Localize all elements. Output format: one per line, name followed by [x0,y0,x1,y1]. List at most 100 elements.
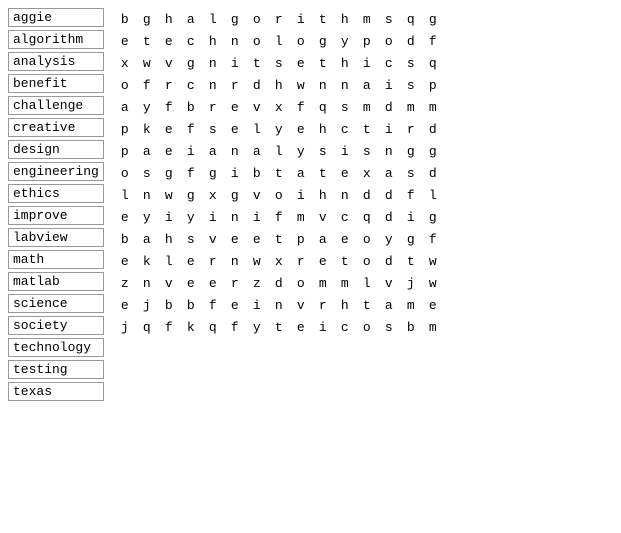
grid-cell: q [202,316,224,338]
grid-cell: y [334,30,356,52]
grid-cell: t [268,228,290,250]
word-item: creative [8,118,104,137]
grid-cell: r [224,74,246,96]
grid-row: jqfkqfyteicosbm [114,316,613,338]
grid-cell: h [158,8,180,30]
grid-cell: g [180,184,202,206]
grid-row: osgfgibtatexasd [114,162,613,184]
grid-cell: s [400,162,422,184]
grid-cell: o [114,162,136,184]
grid-row: ayfbrevxfqsmdmm [114,96,613,118]
grid-cell: h [334,52,356,74]
grid-row: eyiyinifmvcqdig [114,206,613,228]
grid-cell: g [136,8,158,30]
grid-cell: i [290,184,312,206]
word-item: challenge [8,96,104,115]
grid-cell: e [114,250,136,272]
grid-cell: c [378,52,400,74]
grid-cell: b [246,162,268,184]
grid-cell: y [290,140,312,162]
grid-cell: o [246,30,268,52]
grid-cell: o [378,30,400,52]
grid-cell: l [268,140,290,162]
grid-cell: p [114,118,136,140]
grid-cell: e [290,118,312,140]
grid-cell: b [400,316,422,338]
grid-cell: m [400,96,422,118]
grid-cell: o [268,184,290,206]
word-item: ethics [8,184,104,203]
grid-cell: d [400,30,422,52]
grid-cell: v [158,52,180,74]
grid-cell: t [356,294,378,316]
grid-cell: g [400,228,422,250]
grid-cell: i [400,206,422,228]
grid-cell: f [202,294,224,316]
grid-cell: l [202,8,224,30]
grid-cell: e [224,96,246,118]
grid-cell: h [202,30,224,52]
grid-cell: e [334,162,356,184]
grid-cell: g [400,140,422,162]
grid-row: paeianalysisngg [114,140,613,162]
grid-cell: h [268,74,290,96]
grid-cell: t [312,162,334,184]
grid-cell: b [114,228,136,250]
grid-row: etechnologypodf [114,30,613,52]
grid-cell: t [268,162,290,184]
grid-cell: k [180,316,202,338]
grid-cell: g [224,8,246,30]
grid-cell: v [246,184,268,206]
grid-cell: e [224,228,246,250]
grid-cell: n [202,52,224,74]
grid-cell: t [268,316,290,338]
grid-cell: t [356,118,378,140]
grid-cell: x [202,184,224,206]
grid-area: bghalgorithmsqgetechnologypodfxwvgnitset… [114,8,613,525]
grid-cell: r [290,250,312,272]
grid-cell: f [268,206,290,228]
grid-cell: m [290,206,312,228]
grid-cell: y [378,228,400,250]
grid-cell: y [268,118,290,140]
grid-cell: x [268,96,290,118]
grid-cell: d [246,74,268,96]
grid-cell: a [114,96,136,118]
grid-cell: r [158,74,180,96]
grid-cell: q [312,96,334,118]
grid-cell: s [180,228,202,250]
grid-cell: c [334,316,356,338]
grid-cell: d [378,96,400,118]
word-item: engineering [8,162,104,181]
word-item: benefit [8,74,104,93]
grid-cell: r [202,250,224,272]
grid-cell: n [224,30,246,52]
grid-cell: q [422,52,444,74]
grid-cell: j [400,272,422,294]
grid-cell: f [136,74,158,96]
grid-cell: s [268,52,290,74]
grid-cell: g [180,52,202,74]
grid-cell: w [136,52,158,74]
word-item: society [8,316,104,335]
grid-row: pkefselyehctird [114,118,613,140]
grid-cell: d [422,162,444,184]
grid-cell: d [422,118,444,140]
grid-row: lnwgxgvoihnddfl [114,184,613,206]
grid-cell: p [290,228,312,250]
grid-cell: w [290,74,312,96]
grid-cell: g [312,30,334,52]
grid-cell: o [246,8,268,30]
grid-cell: h [334,8,356,30]
grid-row: bghalgorithmsqg [114,8,613,30]
grid-cell: l [158,250,180,272]
grid-cell: o [356,250,378,272]
word-item: texas [8,382,104,401]
grid-cell: o [290,30,312,52]
word-item: design [8,140,104,159]
grid-row: ejbbfeinvrhtame [114,294,613,316]
grid-cell: b [158,294,180,316]
grid-cell: e [180,250,202,272]
grid-cell: v [246,96,268,118]
grid-cell: i [378,118,400,140]
